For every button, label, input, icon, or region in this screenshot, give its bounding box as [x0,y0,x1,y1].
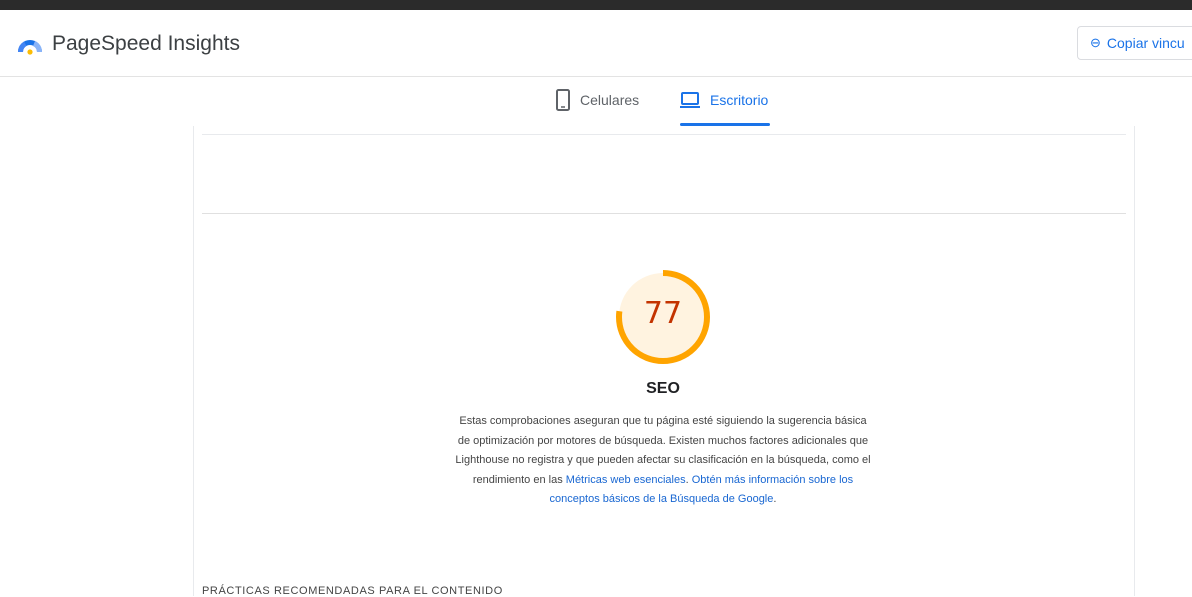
app-header: PageSpeed Insights ⊖ Copiar vincu [0,10,1192,77]
device-tabs: Celulares Escritorio [0,76,1192,126]
seo-score-value: 77 [643,296,683,331]
pagespeed-logo-icon[interactable] [16,30,44,58]
link-icon: ⊖ [1090,35,1101,50]
app-title[interactable]: PageSpeed Insights [52,32,240,56]
copy-link-button[interactable]: ⊖ Copiar vincu [1077,26,1192,60]
section-heading: PRÁCTICAS RECOMENDADAS PARA EL CONTENIDO [202,585,503,597]
laptop-icon [680,92,700,108]
category-title: SEO [646,380,680,397]
description-end: . [773,493,777,505]
tab-desktop[interactable]: Escritorio [680,76,770,126]
copy-link-label: Copiar vincu [1106,35,1185,51]
divider [202,213,1126,214]
tab-desktop-label: Escritorio [710,92,769,108]
category-description: Estas comprobaciones aseguran que tu pág… [452,412,874,510]
divider [202,134,1126,135]
mobile-phone-icon [556,89,570,111]
core-web-vitals-link[interactable]: Métricas web esenciales [566,474,686,486]
tab-mobile-label: Celulares [580,92,640,108]
tab-mobile[interactable]: Celulares [556,76,639,124]
window-top-bar [0,0,1192,10]
